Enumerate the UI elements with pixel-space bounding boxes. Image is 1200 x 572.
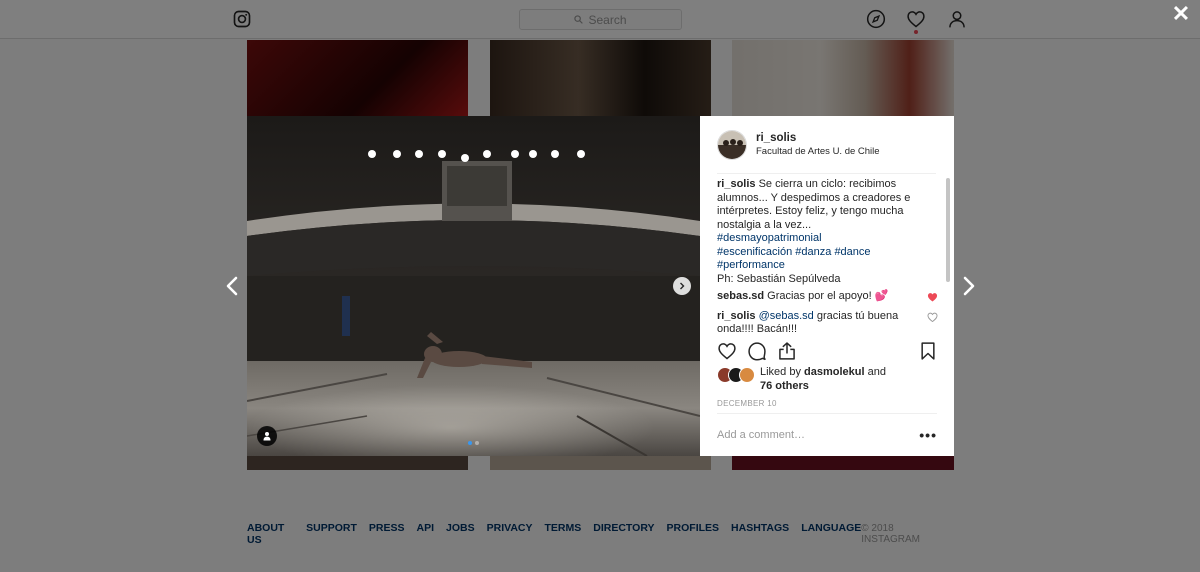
comment-username[interactable]: sebas.sd bbox=[717, 290, 764, 302]
post-date[interactable]: December 10 bbox=[717, 399, 777, 408]
hashtag[interactable]: #danza bbox=[795, 246, 831, 258]
avatar[interactable] bbox=[717, 129, 747, 160]
comment-item: sebas.sd Gracias por el apoyo! 💕 bbox=[717, 290, 941, 304]
comment-mention[interactable]: @sebas.sd bbox=[759, 310, 814, 322]
comment-item: ri_solis @sebas.sd gracias tú buena onda… bbox=[717, 310, 941, 333]
comment-input[interactable] bbox=[717, 429, 897, 441]
comment-like-icon[interactable] bbox=[927, 312, 938, 322]
comment-username[interactable]: ri_solis bbox=[717, 310, 756, 322]
user-tag-icon bbox=[263, 432, 271, 441]
likes-count[interactable]: 76 others bbox=[760, 380, 809, 392]
carousel-next-button[interactable] bbox=[673, 277, 691, 295]
hashtag[interactable]: #performance bbox=[717, 259, 785, 271]
likes-summary: Liked by dasmolekul and 76 others bbox=[717, 366, 937, 393]
post-modal: ri_solis Facultad de Artes U. de Chile r… bbox=[247, 116, 954, 456]
heart-icon[interactable] bbox=[717, 341, 737, 361]
comment-icon[interactable] bbox=[747, 341, 767, 361]
post-sidebar: ri_solis Facultad de Artes U. de Chile r… bbox=[700, 116, 954, 456]
carousel-dot bbox=[468, 441, 472, 445]
liker-avatars[interactable] bbox=[717, 367, 757, 383]
carousel-dot bbox=[475, 441, 479, 445]
chevron-right-icon bbox=[680, 282, 685, 290]
liked-by-prefix: Liked by bbox=[760, 366, 801, 378]
caption-username[interactable]: ri_solis bbox=[717, 178, 756, 190]
hashtag[interactable]: #dance bbox=[834, 246, 870, 258]
post-username[interactable]: ri_solis bbox=[756, 132, 880, 144]
hashtag[interactable]: #escenificación bbox=[717, 246, 792, 258]
share-icon[interactable] bbox=[777, 341, 797, 361]
post-media[interactable] bbox=[247, 116, 700, 456]
more-options-button[interactable]: ••• bbox=[919, 427, 937, 443]
chevron-left-icon[interactable] bbox=[221, 274, 243, 298]
comment-like-icon[interactable] bbox=[927, 292, 938, 302]
chevron-right-icon[interactable] bbox=[958, 274, 980, 298]
comment-text: Gracias por el apoyo! 💕 bbox=[767, 290, 889, 302]
hashtag[interactable]: #desmayopatrimonial bbox=[717, 232, 822, 244]
post-location[interactable]: Facultad de Artes U. de Chile bbox=[756, 146, 880, 157]
avatar-image bbox=[718, 130, 746, 159]
bookmark-icon[interactable] bbox=[918, 341, 938, 361]
post-photo bbox=[247, 116, 700, 456]
post-caption: ri_solis Se cierra un ciclo: recibimos a… bbox=[717, 178, 941, 286]
liked-by-and: and bbox=[867, 366, 886, 378]
carousel-indicator bbox=[468, 441, 479, 445]
post-actions bbox=[717, 341, 937, 363]
liked-by-user[interactable]: dasmolekul bbox=[804, 366, 865, 378]
post-header: ri_solis Facultad de Artes U. de Chile bbox=[717, 116, 936, 174]
close-icon[interactable]: ✕ bbox=[1171, 3, 1191, 25]
caption-credit: Ph: Sebastián Sepúlveda bbox=[717, 272, 841, 285]
comments-scrollbar[interactable] bbox=[946, 178, 950, 333]
add-comment-section: ••• bbox=[717, 413, 937, 456]
comments-list[interactable]: ri_solis Se cierra un ciclo: recibimos a… bbox=[717, 178, 941, 333]
user-tag-button[interactable] bbox=[257, 426, 277, 446]
